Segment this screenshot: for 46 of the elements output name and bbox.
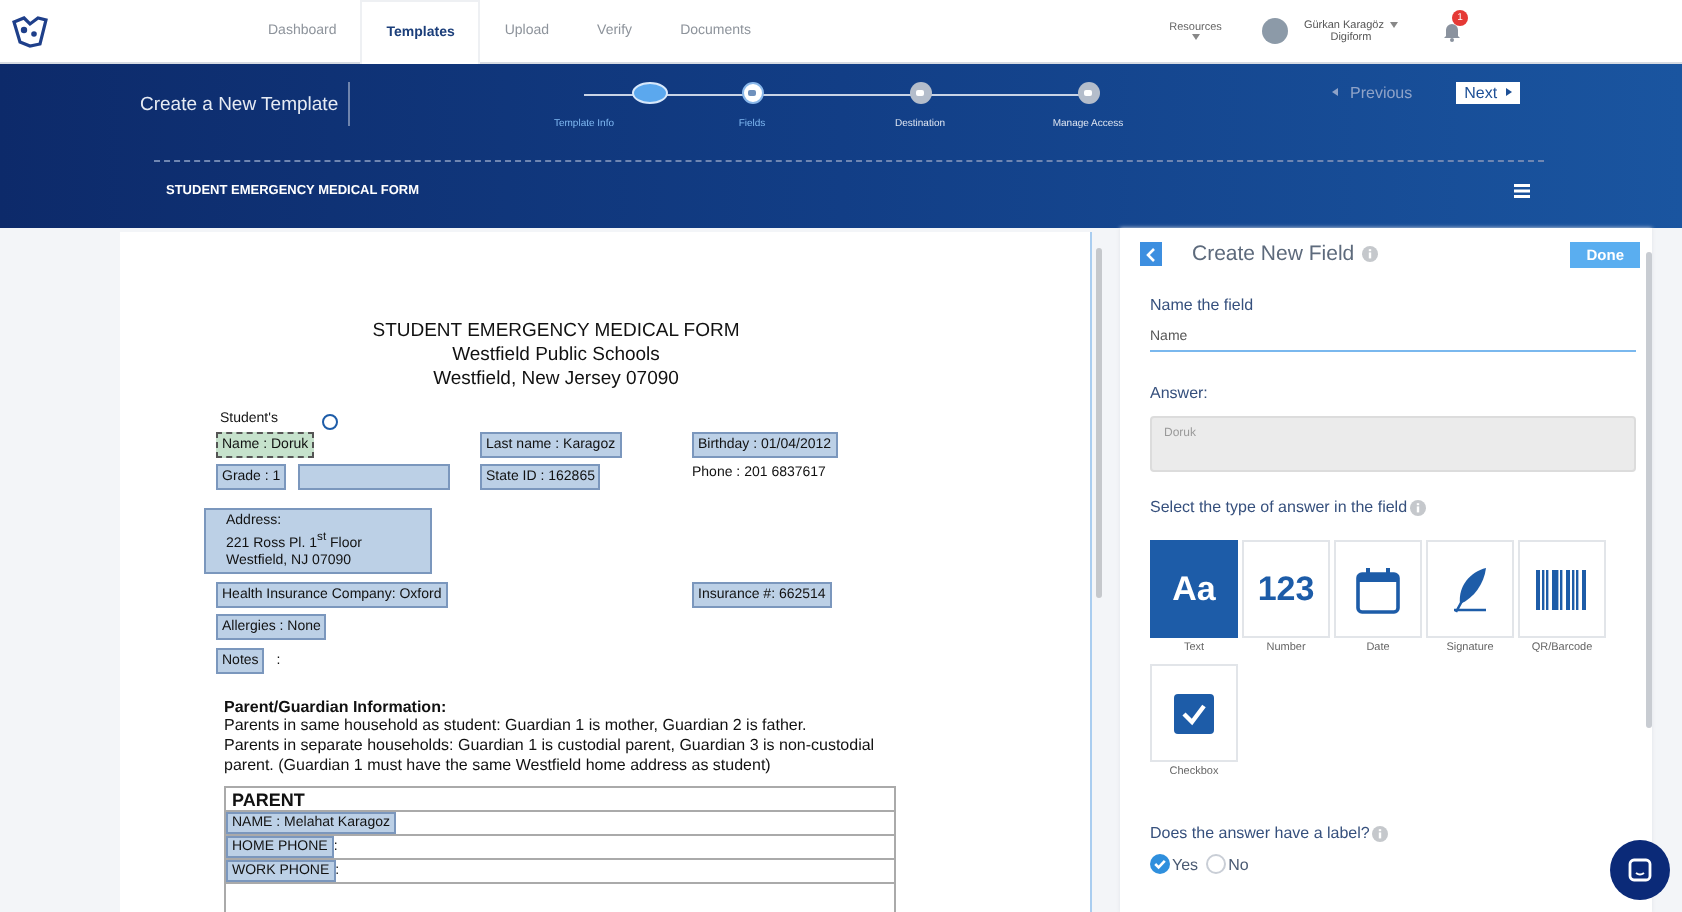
avatar[interactable]	[1261, 18, 1288, 44]
document-heading: Westfield, New Jersey 07090	[433, 368, 679, 392]
field-label: Does the answer have a label?	[1150, 824, 1636, 842]
page-title: Create a New Template	[140, 93, 339, 115]
panel-title: Create New Field	[1192, 242, 1355, 266]
radio-option[interactable]: Yes	[1150, 854, 1199, 874]
answer-type-tile[interactable]: 123	[1242, 540, 1330, 638]
document-paragraph: Parents in separate households: Guardian 1 is custodial parent, Guardian 3 is non-custodial parent. (Guardian 1 must have the same Westfield home address as student)	[224, 736, 877, 777]
field-label: Select the type of answer in the field	[1150, 498, 1636, 516]
empty-field-overlay[interactable]	[298, 464, 451, 490]
scrollbar[interactable]	[1096, 248, 1102, 598]
answer-type-tile[interactable]	[1426, 540, 1514, 638]
back-button[interactable]	[1140, 242, 1162, 266]
answer-type-tile[interactable]	[1150, 664, 1238, 762]
menu-icon[interactable]	[1514, 184, 1530, 198]
chat-bubble-icon	[1628, 858, 1652, 882]
caret-down-icon	[1191, 34, 1200, 40]
feather-icon	[1450, 565, 1490, 613]
document-heading: STUDENT EMERGENCY MEDICAL FORM	[372, 320, 740, 344]
barcode-icon	[1536, 569, 1588, 609]
bell-icon[interactable]	[1442, 20, 1462, 42]
radio-icon[interactable]	[1206, 854, 1227, 874]
chevron-left-icon	[1146, 247, 1156, 261]
section-heading: Parent/Guardian Information:	[224, 698, 449, 717]
radio-checked-icon[interactable]	[1150, 854, 1170, 874]
next-button[interactable]: Next	[1456, 81, 1520, 103]
document-paragraph: Parents in same household as student: Guardian 1 is mother, Guardian 2 is father.	[224, 716, 809, 737]
remove-field-icon[interactable]	[322, 414, 338, 430]
caret-down-icon	[1390, 22, 1398, 28]
step-node[interactable]	[741, 82, 763, 104]
caret-right-icon	[1505, 88, 1512, 96]
radio-option[interactable]: No	[1206, 854, 1249, 874]
table-title: PARENT	[232, 789, 305, 810]
step-node[interactable]	[1077, 82, 1099, 104]
document-heading: Westfield Public Schools	[452, 344, 660, 368]
calendar-icon	[1356, 565, 1400, 613]
answer-type-tile[interactable]	[1518, 540, 1606, 638]
field-label: Answer:	[1150, 384, 1210, 402]
checkbox-icon	[1174, 693, 1214, 733]
answer-type-tile[interactable]: Aa	[1150, 540, 1238, 638]
logo-icon[interactable]	[12, 15, 48, 47]
caret-left-icon	[1332, 88, 1338, 96]
step-node[interactable]	[909, 82, 931, 104]
answer-type-tile[interactable]	[1334, 540, 1422, 638]
scrollbar[interactable]	[1646, 252, 1652, 728]
field-label: Name the field	[1150, 296, 1256, 314]
